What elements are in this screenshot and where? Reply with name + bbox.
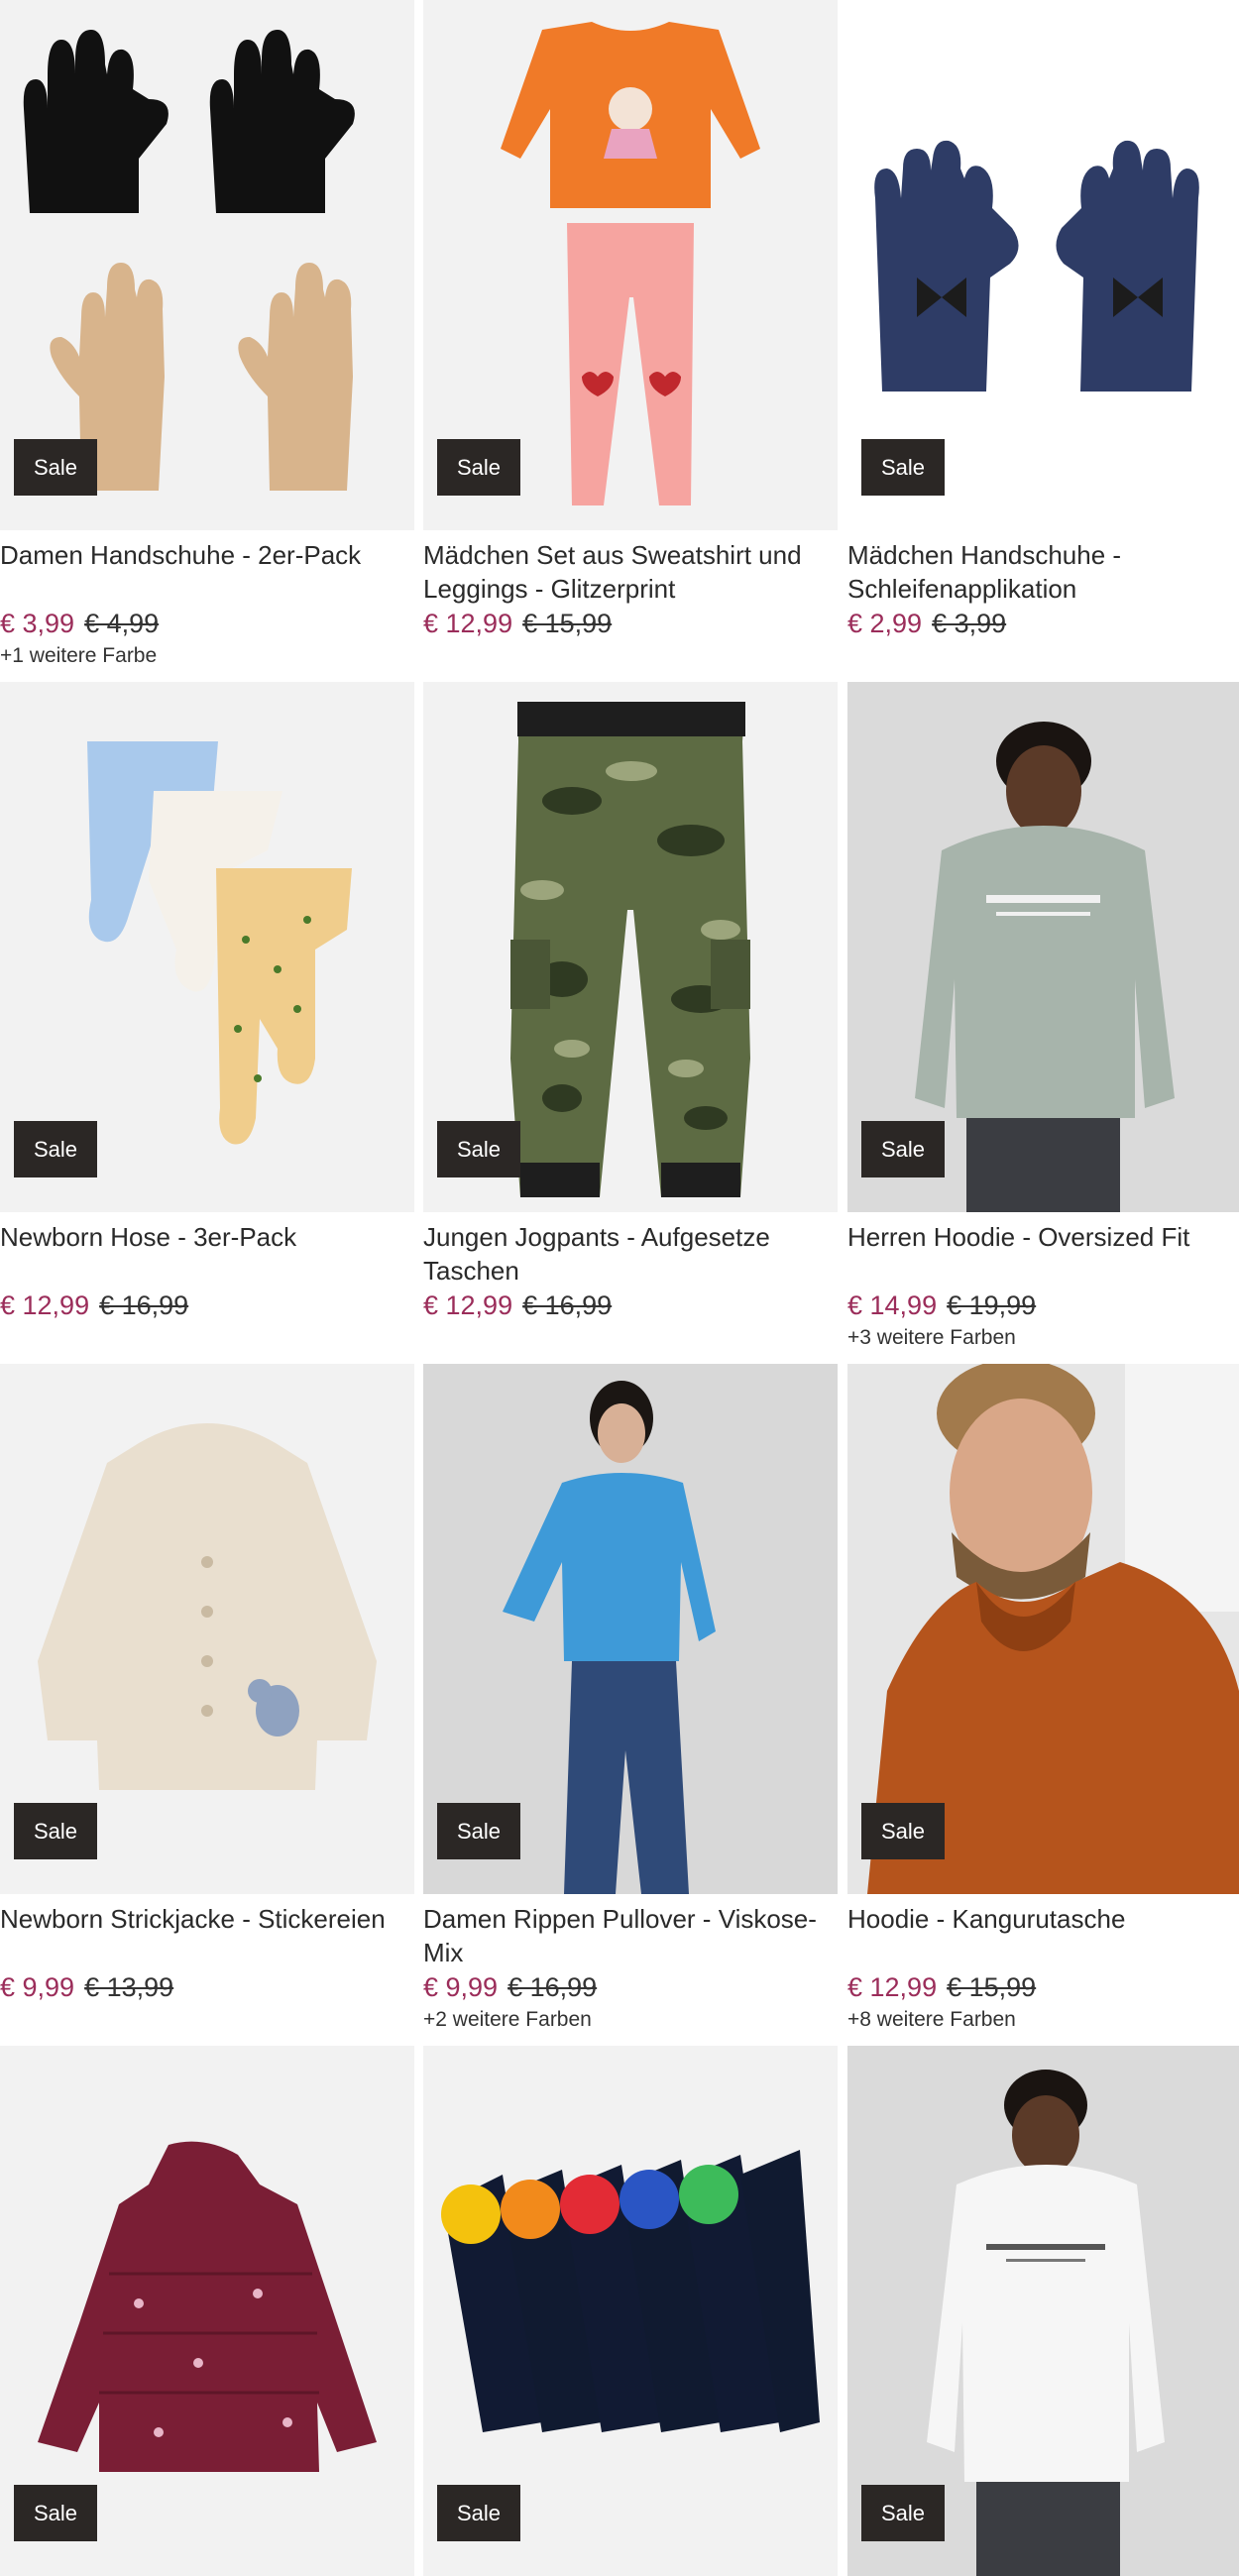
original-price: € 16,99 bbox=[507, 1972, 598, 2002]
sale-badge: Sale bbox=[861, 2485, 946, 2541]
product-card[interactable]: Sale bbox=[0, 2046, 414, 2576]
product-card[interactable]: Sale Damen Handschuhe - 2er-Pack € 3,99 €… bbox=[0, 0, 414, 671]
more-colors-link[interactable]: +3 weitere Farben bbox=[847, 1323, 1239, 1353]
product-image[interactable]: Sale bbox=[423, 2046, 838, 2576]
product-title[interactable]: Damen Rippen Pullover - Viskose-Mix bbox=[423, 1902, 838, 1969]
sale-price: € 12,99 bbox=[0, 1290, 90, 1320]
sale-price: € 2,99 bbox=[847, 609, 923, 638]
sale-price: € 9,99 bbox=[423, 1972, 499, 2002]
original-price: € 16,99 bbox=[99, 1290, 189, 1320]
product-title[interactable]: Herren Hoodie - Oversized Fit bbox=[847, 1220, 1239, 1288]
product-image[interactable]: Sale bbox=[847, 0, 1239, 530]
original-price: € 4,99 bbox=[84, 609, 160, 638]
product-title[interactable]: Damen Handschuhe - 2er-Pack bbox=[0, 538, 414, 606]
sale-badge: Sale bbox=[14, 1803, 98, 1859]
product-image[interactable]: Sale bbox=[0, 1364, 414, 1894]
product-title[interactable]: Newborn Strickjacke - Stickereien bbox=[0, 1902, 414, 1969]
product-card[interactable]: Sale Hoodie - Kangurutasche € 12,99 € 15,… bbox=[847, 1364, 1239, 2035]
product-image[interactable]: Sale bbox=[0, 682, 414, 1212]
product-image[interactable]: Sale bbox=[423, 682, 838, 1212]
sale-badge: Sale bbox=[14, 2485, 98, 2541]
product-card[interactable]: Sale Jungen Jogpants - Aufgesetze Tasche… bbox=[423, 682, 838, 1323]
sale-price: € 9,99 bbox=[0, 1972, 75, 2002]
more-colors-link[interactable]: +2 weitere Farben bbox=[423, 2005, 838, 2035]
product-card[interactable]: Sale Damen Rippen Pullover - Viskose-Mix… bbox=[423, 1364, 838, 2035]
more-colors-link[interactable]: +1 weitere Farbe bbox=[0, 641, 414, 671]
price-row: € 14,99 € 19,99 bbox=[847, 1288, 1239, 1323]
sale-price: € 14,99 bbox=[847, 1290, 938, 1320]
sale-badge: Sale bbox=[861, 1803, 946, 1859]
sale-badge: Sale bbox=[437, 1803, 521, 1859]
product-card[interactable]: Sale bbox=[847, 2046, 1239, 2576]
product-image[interactable]: Sale bbox=[423, 0, 838, 530]
product-card[interactable]: Sale Herren Hoodie - Oversized Fit € 14,… bbox=[847, 682, 1239, 1353]
price-row: € 12,99 € 15,99 bbox=[847, 1969, 1239, 2005]
product-card[interactable]: Sale Mädchen Handschuhe - Schleifenappli… bbox=[847, 0, 1239, 641]
price-row: € 12,99 € 16,99 bbox=[423, 1288, 838, 1323]
product-card[interactable]: Sale Mädchen Set aus Sweatshirt und Legg… bbox=[423, 0, 838, 641]
product-title[interactable]: Mädchen Handschuhe - Schleifenapplikatio… bbox=[847, 538, 1239, 606]
original-price: € 15,99 bbox=[522, 609, 613, 638]
original-price: € 3,99 bbox=[932, 609, 1007, 638]
price-row: € 3,99 € 4,99 bbox=[0, 606, 414, 641]
product-card[interactable]: Sale Newborn Strickjacke - Stickereien €… bbox=[0, 1364, 414, 2005]
product-image[interactable]: Sale bbox=[0, 2046, 414, 2576]
price-row: € 9,99 € 16,99 bbox=[423, 1969, 838, 2005]
sale-price: € 3,99 bbox=[0, 609, 75, 638]
sale-badge: Sale bbox=[437, 1121, 521, 1177]
price-row: € 12,99 € 15,99 bbox=[423, 606, 838, 641]
sale-badge: Sale bbox=[14, 439, 98, 496]
product-image[interactable]: Sale bbox=[423, 1364, 838, 1894]
product-grid: Sale Damen Handschuhe - 2er-Pack € 3,99 €… bbox=[0, 0, 1239, 2576]
sale-price: € 12,99 bbox=[423, 609, 513, 638]
product-image[interactable]: Sale bbox=[847, 2046, 1239, 2576]
original-price: € 19,99 bbox=[947, 1290, 1037, 1320]
more-colors-link[interactable]: +8 weitere Farben bbox=[847, 2005, 1239, 2035]
sale-badge: Sale bbox=[14, 1121, 98, 1177]
product-card[interactable]: Sale bbox=[423, 2046, 838, 2576]
product-card[interactable]: Sale Newborn Hose - 3er-Pack € 12,99 € 16… bbox=[0, 682, 414, 1323]
price-row: € 12,99 € 16,99 bbox=[0, 1288, 414, 1323]
product-image[interactable]: Sale bbox=[847, 1364, 1239, 1894]
sale-price: € 12,99 bbox=[847, 1972, 938, 2002]
product-title[interactable]: Mädchen Set aus Sweatshirt und Leggings … bbox=[423, 538, 838, 606]
original-price: € 13,99 bbox=[84, 1972, 174, 2002]
sale-price: € 12,99 bbox=[423, 1290, 513, 1320]
product-image[interactable]: Sale bbox=[847, 682, 1239, 1212]
product-title[interactable]: Jungen Jogpants - Aufgesetze Taschen bbox=[423, 1220, 838, 1288]
sale-badge: Sale bbox=[437, 2485, 521, 2541]
original-price: € 15,99 bbox=[947, 1972, 1037, 2002]
original-price: € 16,99 bbox=[522, 1290, 613, 1320]
product-title[interactable]: Hoodie - Kangurutasche bbox=[847, 1902, 1239, 1969]
price-row: € 9,99 € 13,99 bbox=[0, 1969, 414, 2005]
product-image[interactable]: Sale bbox=[0, 0, 414, 530]
sale-badge: Sale bbox=[861, 439, 946, 496]
sale-badge: Sale bbox=[861, 1121, 946, 1177]
product-title[interactable]: Newborn Hose - 3er-Pack bbox=[0, 1220, 414, 1288]
price-row: € 2,99 € 3,99 bbox=[847, 606, 1239, 641]
sale-badge: Sale bbox=[437, 439, 521, 496]
